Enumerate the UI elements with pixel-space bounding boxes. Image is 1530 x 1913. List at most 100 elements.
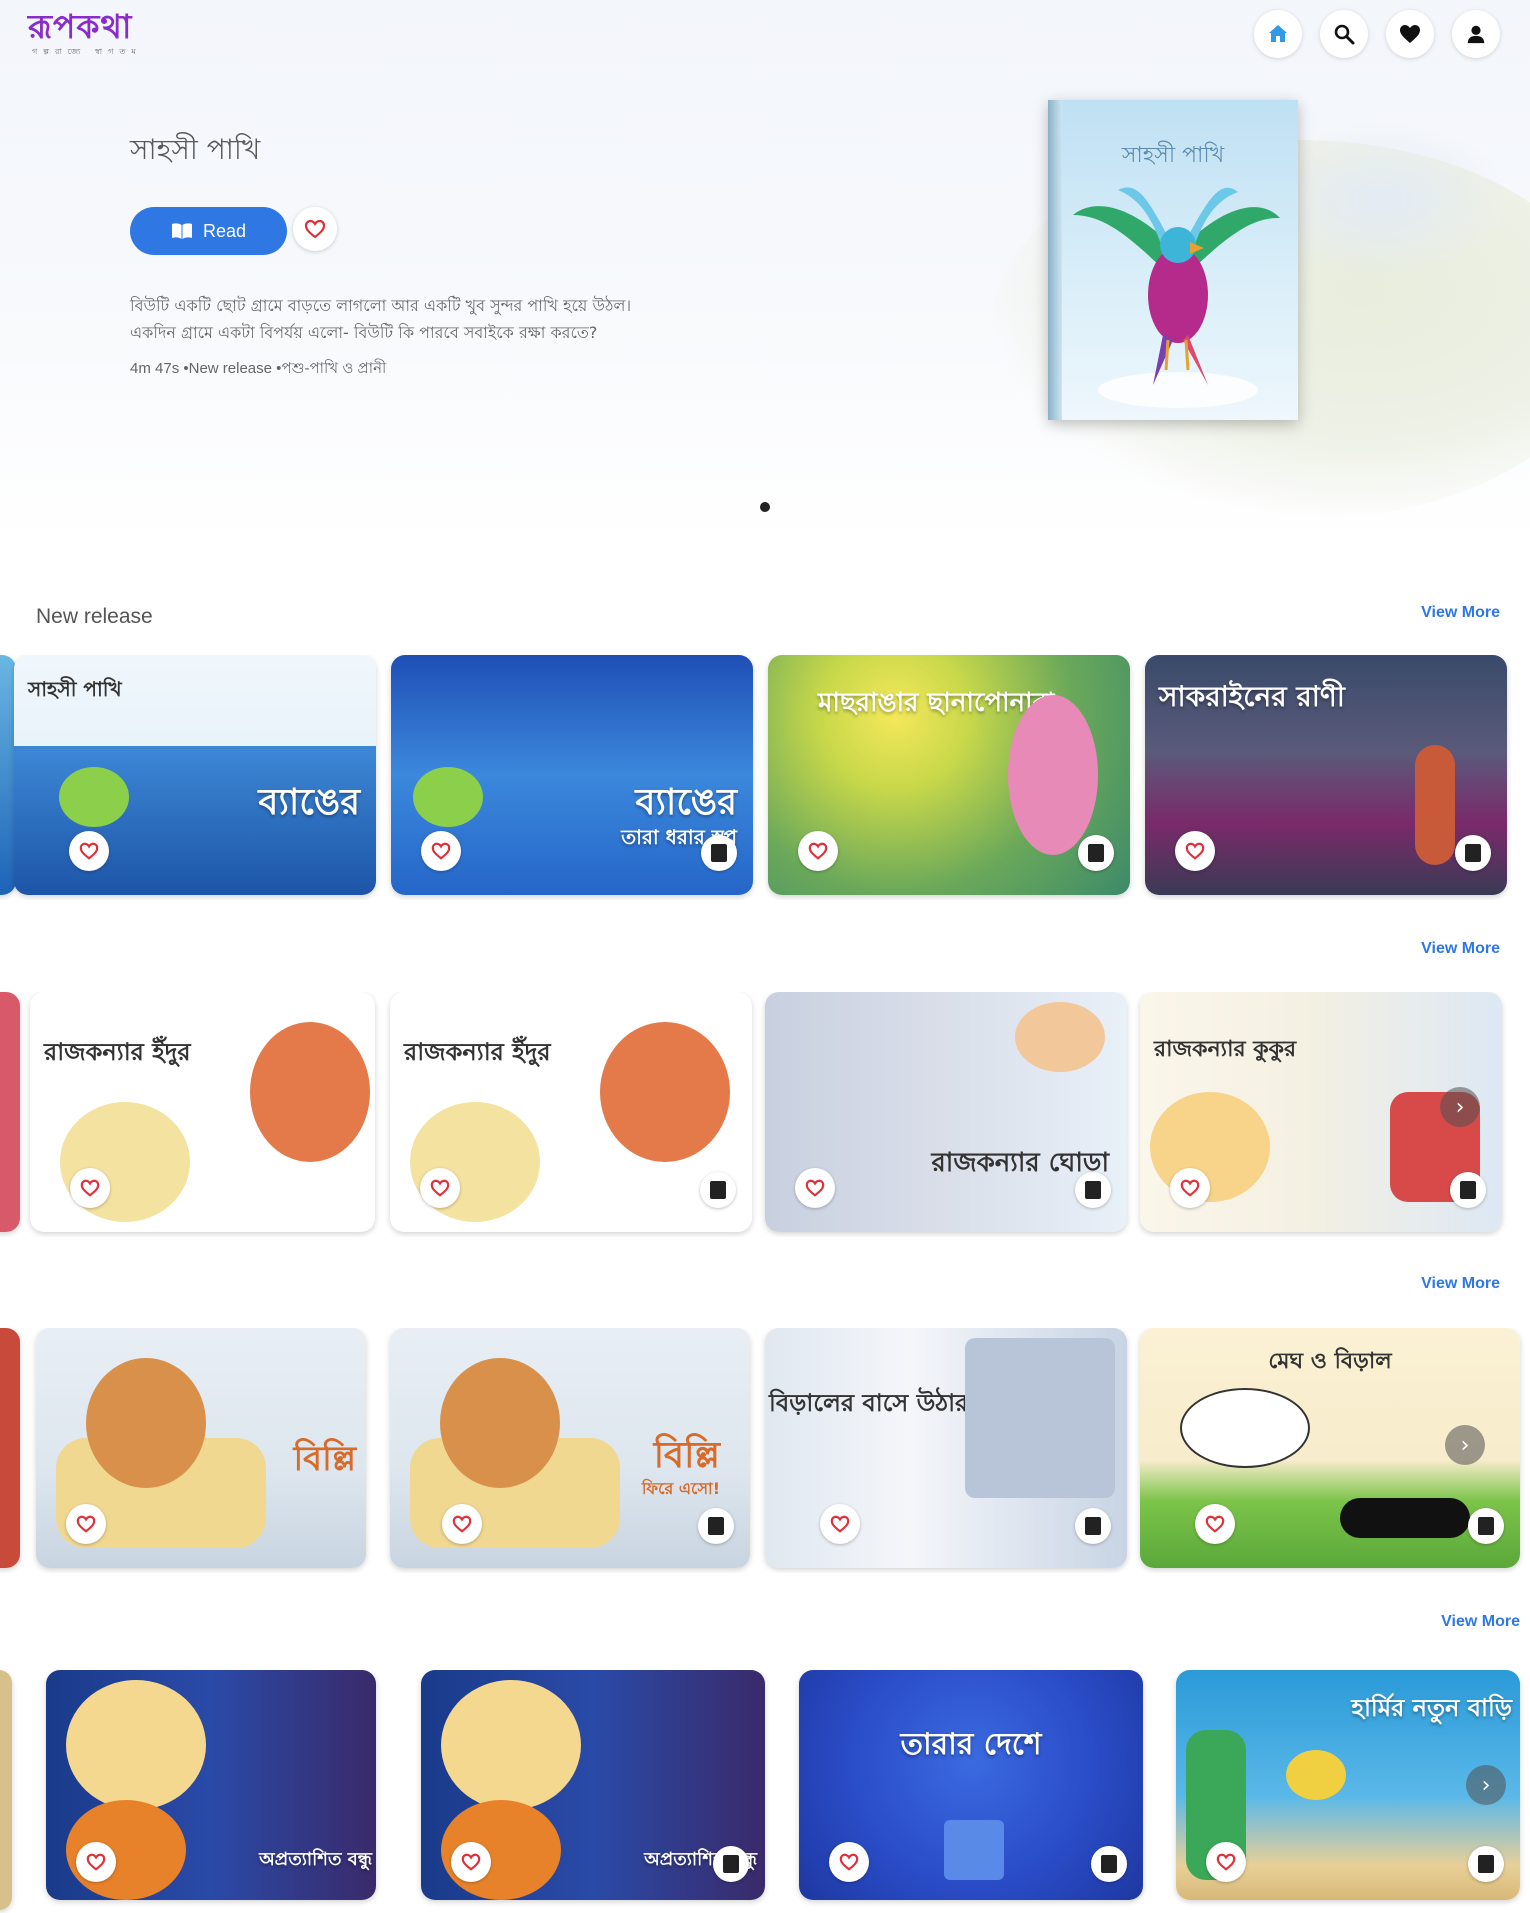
book-row: সাহসী পাখি ব্যাঙের ব্যাঙের তারা ধরার স্ব… xyxy=(0,655,1530,900)
read-book-button[interactable] xyxy=(1075,1172,1111,1208)
read-book-button[interactable] xyxy=(1450,1172,1486,1208)
carousel-next-button[interactable]: › xyxy=(1466,1765,1506,1805)
heart-outline-icon xyxy=(830,1515,850,1533)
book-card-partial[interactable] xyxy=(0,992,20,1232)
favorite-button[interactable] xyxy=(1170,1168,1210,1208)
read-book-button[interactable] xyxy=(1091,1846,1127,1882)
book-card[interactable]: রাজকন্যার ইঁদুর xyxy=(30,992,375,1232)
heart-outline-icon xyxy=(839,1853,859,1871)
parrot-illustration xyxy=(1073,187,1280,408)
book-icon xyxy=(1478,1517,1494,1535)
book-card[interactable]: রাজকন্যার ইঁদুর xyxy=(390,992,752,1232)
read-book-button[interactable] xyxy=(1468,1508,1504,1544)
home-button[interactable] xyxy=(1254,10,1302,58)
view-more-link[interactable]: View More xyxy=(1421,604,1500,622)
view-more-link[interactable]: View More xyxy=(1421,1275,1500,1293)
favorites-button[interactable] xyxy=(1386,10,1434,58)
cat-illustration xyxy=(1340,1498,1470,1538)
book-card[interactable]: বিড়ালের বাসে উঠার গল্প xyxy=(765,1328,1127,1568)
read-button[interactable]: Read xyxy=(130,207,287,255)
read-book-button[interactable] xyxy=(698,1508,734,1544)
heart-outline-icon xyxy=(304,219,326,239)
carousel-dot[interactable] xyxy=(760,502,770,512)
heart-outline-icon xyxy=(80,1179,100,1197)
princess-illustration xyxy=(250,1022,370,1162)
favorite-button[interactable] xyxy=(451,1842,491,1882)
favorite-button[interactable] xyxy=(76,1842,116,1882)
book-card[interactable]: সাহসী পাখি ব্যাঙের xyxy=(14,655,376,895)
cat-illustration xyxy=(440,1358,560,1488)
book-card[interactable]: মাছরাঙার ছানাপোনারা xyxy=(768,655,1130,895)
chevron-right-icon: › xyxy=(1460,1432,1470,1458)
search-icon xyxy=(1334,24,1355,45)
carousel-next-button[interactable]: › xyxy=(1445,1425,1485,1465)
frog-illustration xyxy=(413,767,483,827)
hero-description-line: বিউটি একটি ছোট গ্রামে বাড়তে লাগলো আর এক… xyxy=(130,296,632,315)
hero-description-line: একদিন গ্রামে একটা বিপর্যয় এলো- বিউটি কি… xyxy=(130,323,598,342)
favorite-button[interactable] xyxy=(820,1504,860,1544)
favorite-button[interactable] xyxy=(66,1504,106,1544)
book-card[interactable]: অপ্রত্যাশিত বন্ধু xyxy=(46,1670,376,1900)
hero-favorite-button[interactable] xyxy=(293,207,337,251)
book-title: হার্মির নতুন বাড়ি xyxy=(1351,1694,1512,1722)
read-book-button[interactable] xyxy=(1078,835,1114,871)
book-card[interactable]: মেঘ ও বিড়াল › xyxy=(1140,1328,1520,1568)
section-title: New release xyxy=(36,605,153,628)
book-card-partial[interactable] xyxy=(0,1328,20,1568)
book-icon xyxy=(710,1181,726,1199)
book-card[interactable]: বিল্লি ফিরে এসো! xyxy=(390,1328,750,1568)
book-title: ব্যাঙের xyxy=(258,782,360,823)
view-more-link[interactable]: View More xyxy=(1441,1613,1520,1631)
book-icon xyxy=(1460,1181,1476,1199)
heart-outline-icon xyxy=(461,1853,481,1871)
read-book-button[interactable] xyxy=(713,1846,749,1882)
book-icon xyxy=(1478,1855,1494,1873)
book-card[interactable]: হার্মির নতুন বাড়ি › xyxy=(1176,1670,1520,1900)
favorite-button[interactable] xyxy=(69,831,109,871)
book-card[interactable]: রাজকন্যার ঘোড়া xyxy=(765,992,1127,1232)
favorite-button[interactable] xyxy=(1195,1504,1235,1544)
book-icon xyxy=(708,1517,724,1535)
search-button[interactable] xyxy=(1320,10,1368,58)
book-title: রাজকন্যার কুকুর xyxy=(1154,1037,1297,1062)
favorite-button[interactable] xyxy=(795,1168,835,1208)
favorite-button[interactable] xyxy=(421,831,461,871)
favorite-button[interactable] xyxy=(442,1504,482,1544)
heart-outline-icon xyxy=(430,1179,450,1197)
hero-title: সাহসী পাখি xyxy=(130,133,261,166)
heart-outline-icon xyxy=(1185,842,1205,860)
book-card[interactable]: বিল্লি xyxy=(36,1328,366,1568)
hero-banner: রূপকথা গল্পরাজ্যে স্বাগতম সাহসী পাখি Rea… xyxy=(0,0,1530,545)
read-book-button[interactable] xyxy=(1075,1508,1111,1544)
hero-book-cover[interactable]: সাহসী পাখি xyxy=(1048,100,1298,420)
read-book-button[interactable] xyxy=(701,835,737,871)
book-icon xyxy=(1085,1181,1101,1199)
carousel-next-button[interactable]: › xyxy=(1440,1087,1480,1127)
frog-illustration xyxy=(59,767,129,827)
favorite-button[interactable] xyxy=(70,1168,110,1208)
book-card[interactable]: ব্যাঙের তারা ধরার স্বপ্ন xyxy=(391,655,753,895)
read-book-button[interactable] xyxy=(1455,835,1491,871)
favorite-button[interactable] xyxy=(1206,1842,1246,1882)
book-card[interactable]: সাকরাইনের রাণী xyxy=(1145,655,1507,895)
profile-button[interactable] xyxy=(1452,10,1500,58)
view-more-link[interactable]: View More xyxy=(1421,940,1500,958)
book-icon xyxy=(1088,844,1104,862)
home-icon xyxy=(1269,25,1287,42)
read-book-button[interactable] xyxy=(700,1172,736,1208)
read-book-button[interactable] xyxy=(1468,1846,1504,1882)
book-card-partial[interactable] xyxy=(0,1670,12,1910)
window-illustration xyxy=(944,1820,1004,1880)
book-card[interactable]: রাজকন্যার কুকুর › xyxy=(1140,992,1502,1232)
moon-illustration xyxy=(66,1680,206,1810)
book-card[interactable]: তারার দেশে xyxy=(799,1670,1143,1900)
app-logo[interactable]: রূপকথা গল্পরাজ্যে স্বাগতম xyxy=(28,8,142,59)
book-icon xyxy=(1465,844,1481,862)
logo-title: রূপকথা xyxy=(28,7,133,46)
kingfisher-illustration xyxy=(1008,695,1098,855)
book-card[interactable]: অপ্রত্যাশিত বন্ধু xyxy=(421,1670,765,1900)
favorite-button[interactable] xyxy=(420,1168,460,1208)
favorite-button[interactable] xyxy=(829,1842,869,1882)
favorite-button[interactable] xyxy=(798,831,838,871)
favorite-button[interactable] xyxy=(1175,831,1215,871)
